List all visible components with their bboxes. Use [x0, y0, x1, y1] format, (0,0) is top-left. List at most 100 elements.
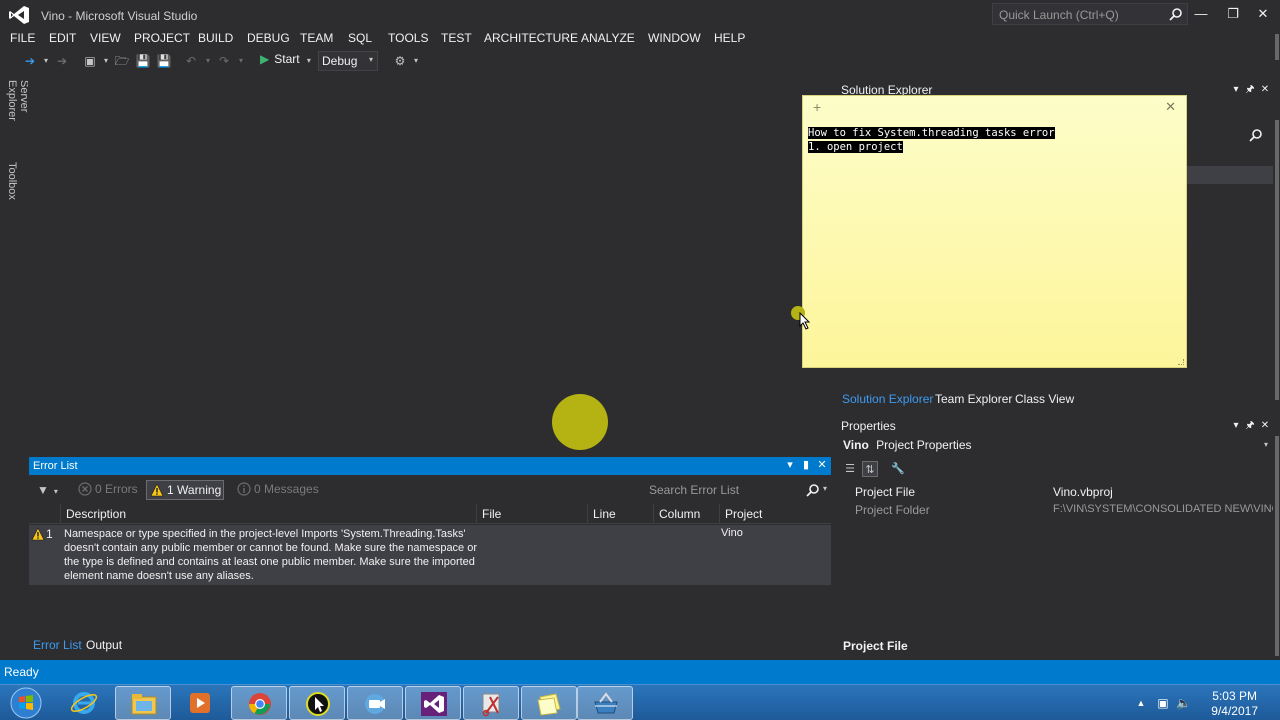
- new-project-icon[interactable]: ▣: [82, 53, 98, 69]
- taskbar-visual-studio[interactable]: [405, 686, 461, 720]
- menu-window[interactable]: WINDOW: [648, 31, 701, 45]
- taskbar-cursor-highlighter[interactable]: [289, 686, 345, 720]
- tab-class-view[interactable]: Class View: [1015, 392, 1074, 406]
- scrollbar-thumb[interactable]: [1275, 34, 1279, 60]
- add-note-icon[interactable]: +: [813, 99, 821, 115]
- column-column[interactable]: Column: [653, 504, 719, 524]
- taskbar-store[interactable]: [577, 686, 633, 720]
- sticky-note[interactable]: + ✕ How to fix System.threading tasks er…: [802, 95, 1187, 368]
- taskbar-media-player[interactable]: [172, 686, 228, 720]
- pin-icon[interactable]: 🖈: [1244, 419, 1256, 433]
- panel-menu-icon[interactable]: ▾: [1230, 419, 1242, 433]
- title-bar: Vino - Microsoft Visual Studio Quick Lau…: [0, 0, 1280, 30]
- property-row[interactable]: Project File Vino.vbproj: [838, 483, 1278, 501]
- back-dropdown-icon[interactable]: ▾: [38, 53, 54, 69]
- taskbar-screen-recorder[interactable]: [347, 686, 403, 720]
- save-all-icon[interactable]: 💾: [156, 53, 172, 69]
- mouse-pointer-icon: [799, 312, 811, 330]
- taskbar-file-explorer[interactable]: [115, 686, 171, 720]
- object-type: Project Properties: [876, 438, 972, 452]
- pin-icon[interactable]: 🖈: [1244, 83, 1256, 97]
- menu-view[interactable]: VIEW: [90, 31, 121, 45]
- resize-grip-icon[interactable]: [1178, 359, 1184, 365]
- column-file[interactable]: File: [476, 504, 587, 524]
- minimize-button[interactable]: —: [1190, 4, 1212, 24]
- search-options-icon[interactable]: ▾: [823, 484, 827, 493]
- errors-filter-button[interactable]: 0 Errors: [75, 480, 138, 500]
- close-button[interactable]: ✕: [1252, 4, 1274, 24]
- column-line[interactable]: Line: [587, 504, 653, 524]
- save-icon[interactable]: 💾: [135, 53, 151, 69]
- table-row[interactable]: 1 Namespace or type specified in the pro…: [29, 525, 831, 585]
- redo-dropdown-icon[interactable]: ▾: [233, 53, 249, 69]
- taskbar-sticky-notes[interactable]: [521, 686, 577, 720]
- menu-sql[interactable]: SQL: [348, 31, 372, 45]
- panel-menu-icon[interactable]: ▾: [1230, 83, 1242, 97]
- close-icon[interactable]: ✕: [815, 458, 829, 473]
- menu-team[interactable]: TEAM: [300, 31, 333, 45]
- redo-icon[interactable]: ↷: [216, 53, 232, 69]
- volume-icon[interactable]: 🔈: [1176, 696, 1191, 710]
- panel-menu-icon[interactable]: ▾: [783, 458, 797, 473]
- maximize-button[interactable]: ❐: [1222, 4, 1244, 24]
- properties-object-selector[interactable]: Vino Project Properties ▾: [838, 438, 1272, 456]
- quick-launch-input[interactable]: Quick Launch (Ctrl+Q): [992, 3, 1188, 25]
- open-file-icon[interactable]: 🗁: [114, 53, 130, 69]
- warnings-filter-button[interactable]: 1 Warning: [146, 480, 224, 500]
- tab-team-explorer[interactable]: Team Explorer: [935, 392, 1012, 406]
- find-in-files-icon[interactable]: ⚙: [392, 53, 408, 69]
- column-description[interactable]: Description: [60, 504, 476, 524]
- property-pages-icon[interactable]: 🔧: [890, 461, 906, 477]
- menu-analyze[interactable]: ANALYZE: [581, 31, 635, 45]
- taskbar-internet-explorer[interactable]: [56, 686, 112, 720]
- network-icon[interactable]: ▣: [1156, 696, 1170, 710]
- undo-icon[interactable]: ↶: [183, 53, 199, 69]
- alphabetical-icon[interactable]: ⇅: [862, 461, 878, 477]
- scissors-icon: [482, 693, 500, 717]
- messages-filter-button[interactable]: 0 Messages: [234, 480, 319, 500]
- menu-build[interactable]: BUILD: [198, 31, 233, 45]
- property-row[interactable]: Project Folder F:\VIN\SYSTEM\CONSOLIDATE…: [838, 501, 1278, 519]
- categorized-icon[interactable]: ☰: [842, 461, 858, 477]
- tab-error-list[interactable]: Error List: [33, 638, 82, 652]
- menu-help[interactable]: HELP: [714, 31, 745, 45]
- menu-edit[interactable]: EDIT: [49, 31, 76, 45]
- scrollbar-thumb[interactable]: [1275, 436, 1279, 656]
- new-project-dropdown-icon[interactable]: ▾: [98, 53, 114, 69]
- error-list-search-input[interactable]: Search Error List ▾: [643, 480, 831, 500]
- column-project[interactable]: Project: [719, 504, 831, 524]
- menu-test[interactable]: TEST: [441, 31, 472, 45]
- toolbox-tab[interactable]: Toolbox: [6, 162, 18, 200]
- sticky-note-text[interactable]: How to fix System.threading tasks error …: [808, 126, 1055, 154]
- menu-debug[interactable]: DEBUG: [247, 31, 290, 45]
- close-icon[interactable]: ✕: [1259, 419, 1271, 433]
- server-explorer-tab[interactable]: Server Explorer: [6, 80, 30, 121]
- show-hidden-icons-icon[interactable]: ▲: [1134, 696, 1148, 710]
- menu-project[interactable]: PROJECT: [134, 31, 190, 45]
- close-icon[interactable]: ✕: [1259, 83, 1271, 97]
- menu-file[interactable]: FILE: [10, 31, 35, 45]
- filter-icon[interactable]: ▼ ▾: [37, 483, 61, 499]
- taskbar-clock[interactable]: 5:03 PM 9/4/2017: [1211, 689, 1258, 719]
- windows-start-icon[interactable]: [5, 685, 47, 720]
- bottom-panel-tabs: Error List Output: [33, 638, 835, 654]
- forward-icon[interactable]: ➔: [54, 53, 70, 69]
- toolbar-overflow-icon[interactable]: ▾: [408, 53, 424, 69]
- tab-output[interactable]: Output: [86, 638, 122, 652]
- pin-icon[interactable]: ▮: [799, 458, 813, 473]
- tab-solution-explorer[interactable]: Solution Explorer: [842, 392, 933, 406]
- close-icon[interactable]: ✕: [1165, 99, 1176, 115]
- taskbar-snipping-tool[interactable]: [463, 686, 519, 720]
- search-icon[interactable]: [1249, 128, 1263, 142]
- menu-tools[interactable]: TOOLS: [388, 31, 428, 45]
- scrollbar-thumb[interactable]: [1275, 120, 1279, 400]
- taskbar-chrome[interactable]: [231, 686, 287, 720]
- solution-configuration-select[interactable]: Debug ▾: [318, 51, 378, 71]
- solution-explorer-selected-row[interactable]: [1187, 166, 1273, 184]
- menu-architecture[interactable]: ARCHITECTURE: [484, 31, 578, 45]
- errors-count-label: 0 Errors: [95, 482, 138, 496]
- start-debugging-button[interactable]: ▶ Start ▾: [260, 52, 311, 70]
- back-icon[interactable]: ➔: [22, 53, 38, 69]
- clock-time: 5:03 PM: [1212, 689, 1257, 703]
- undo-dropdown-icon[interactable]: ▾: [200, 53, 216, 69]
